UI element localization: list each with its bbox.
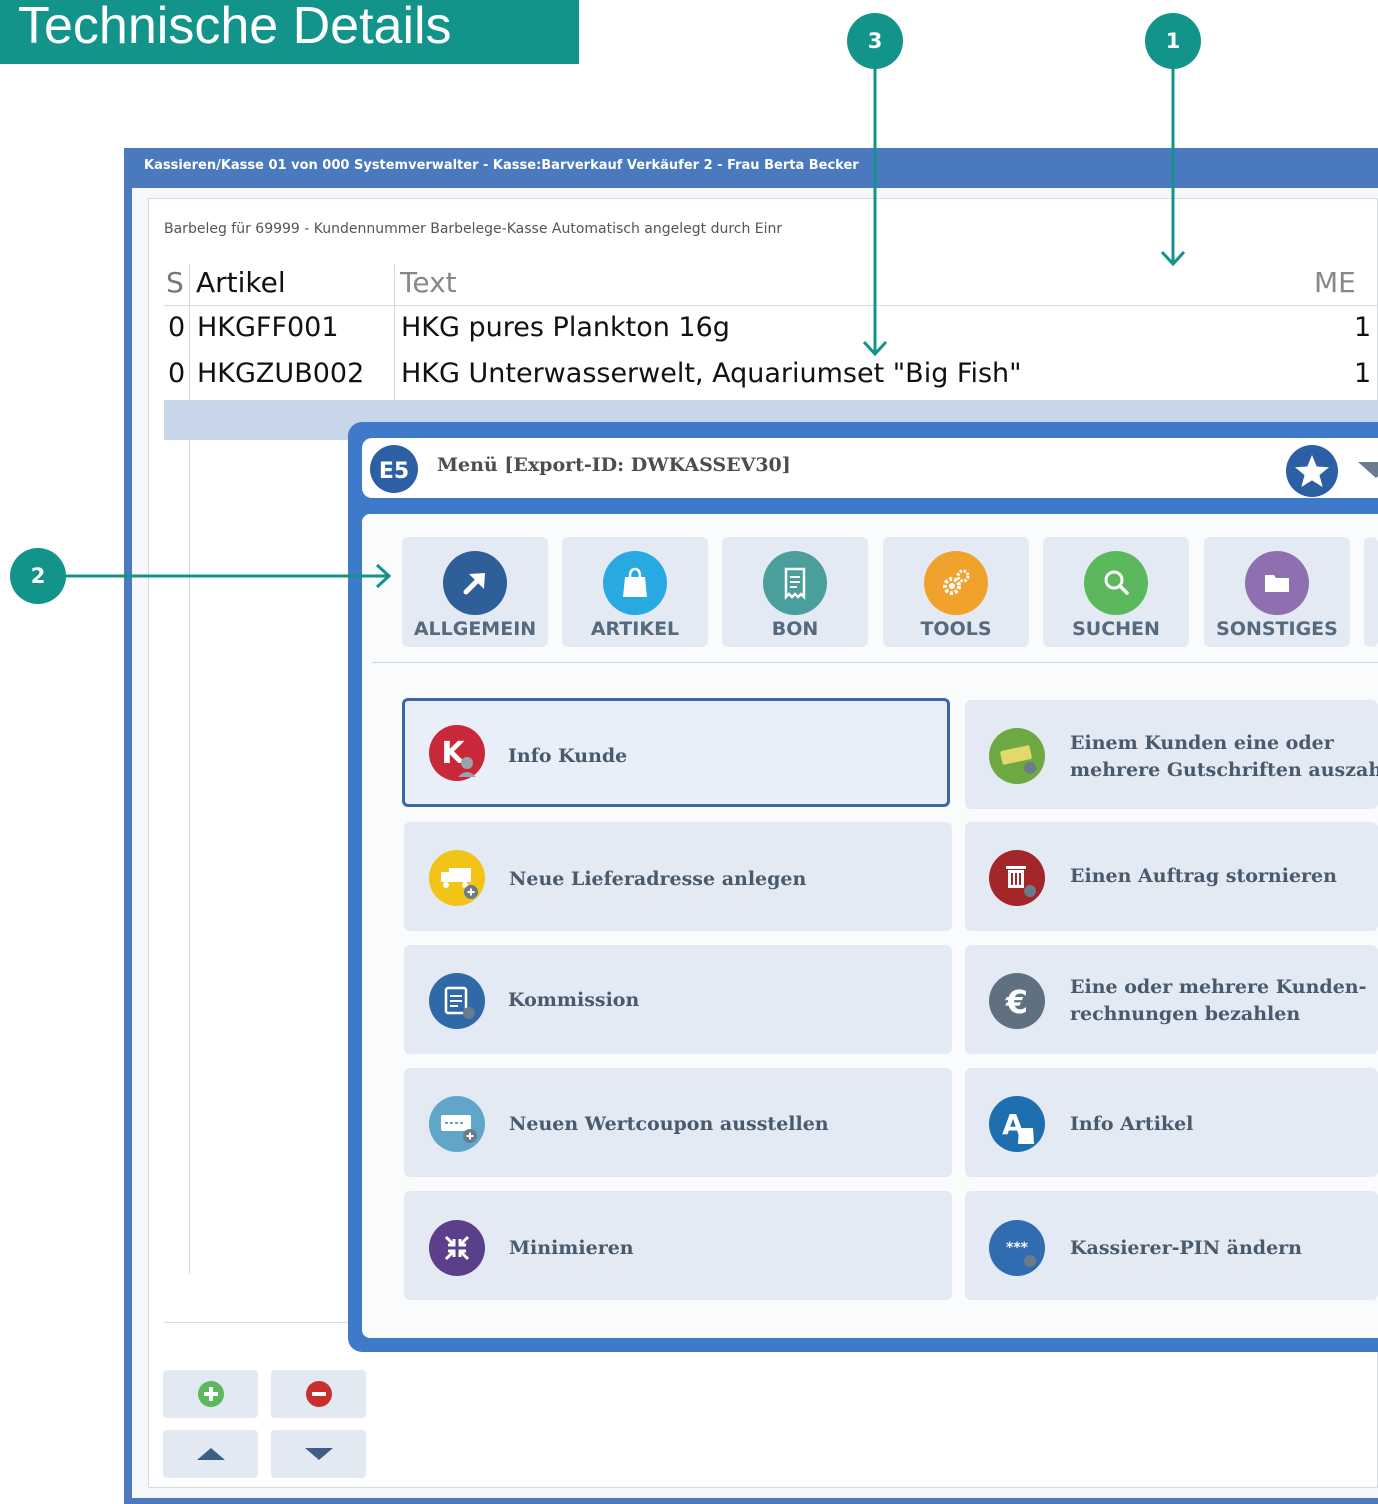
callout-badge: 1: [1145, 13, 1201, 69]
callout-badge: 3: [847, 13, 903, 69]
callout-badge: 2: [10, 548, 66, 604]
annotation-arrows: [66, 68, 1186, 589]
